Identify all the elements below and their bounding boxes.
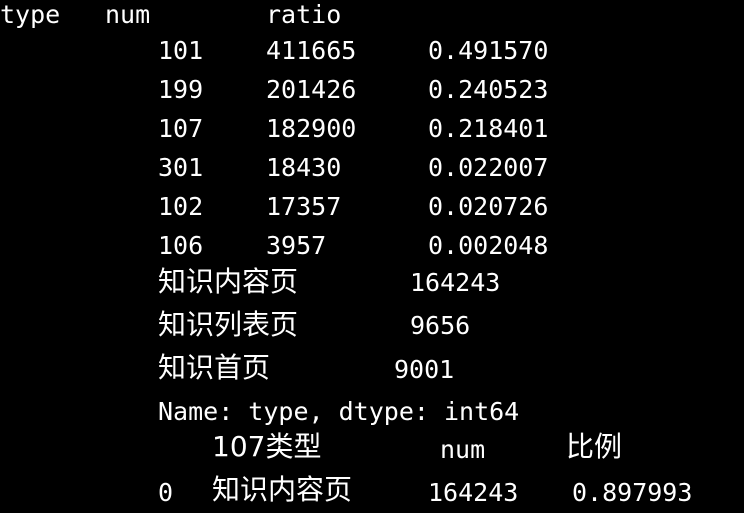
series-label: 知识列表页 (158, 308, 299, 341)
df-row-type: 知识内容页 (212, 473, 353, 506)
row-ratio: 0.022007 (428, 153, 549, 182)
row-ratio: 0.240523 (428, 75, 549, 104)
row-type: 102 (158, 192, 204, 221)
header-num: num (105, 0, 151, 29)
df-header-num: num (440, 435, 486, 464)
row-ratio: 0.218401 (428, 114, 549, 143)
df-row-index: 0 (158, 478, 174, 507)
header-ratio: ratio (266, 0, 342, 29)
row-type: 199 (158, 75, 204, 104)
row-type: 101 (158, 36, 204, 65)
series-value: 164243 (410, 268, 501, 297)
row-type: 106 (158, 231, 204, 260)
series-value: 9001 (394, 355, 455, 384)
df-row-ratio: 0.897993 (572, 478, 693, 507)
df-header-ratio: 比例 (566, 430, 623, 463)
row-type: 107 (158, 114, 204, 143)
row-ratio: 0.491570 (428, 36, 549, 65)
df-row-num: 164243 (428, 478, 519, 507)
series-value: 9656 (410, 311, 471, 340)
console-output: type num ratio 101 411665 0.491570 199 2… (0, 0, 744, 513)
row-num: 3957 (266, 231, 327, 260)
row-num: 182900 (266, 114, 357, 143)
series-footer: Name: type, dtype: int64 (158, 397, 520, 426)
row-type: 301 (158, 153, 204, 182)
row-ratio: 0.020726 (428, 192, 549, 221)
row-num: 201426 (266, 75, 357, 104)
series-label: 知识首页 (158, 351, 271, 384)
series-label: 知识内容页 (158, 265, 299, 298)
row-ratio: 0.002048 (428, 231, 549, 260)
row-num: 411665 (266, 36, 357, 65)
row-num: 17357 (266, 192, 342, 221)
header-type: type (0, 0, 61, 29)
row-num: 18430 (266, 153, 342, 182)
df-header-type: 107类型 (212, 430, 322, 463)
